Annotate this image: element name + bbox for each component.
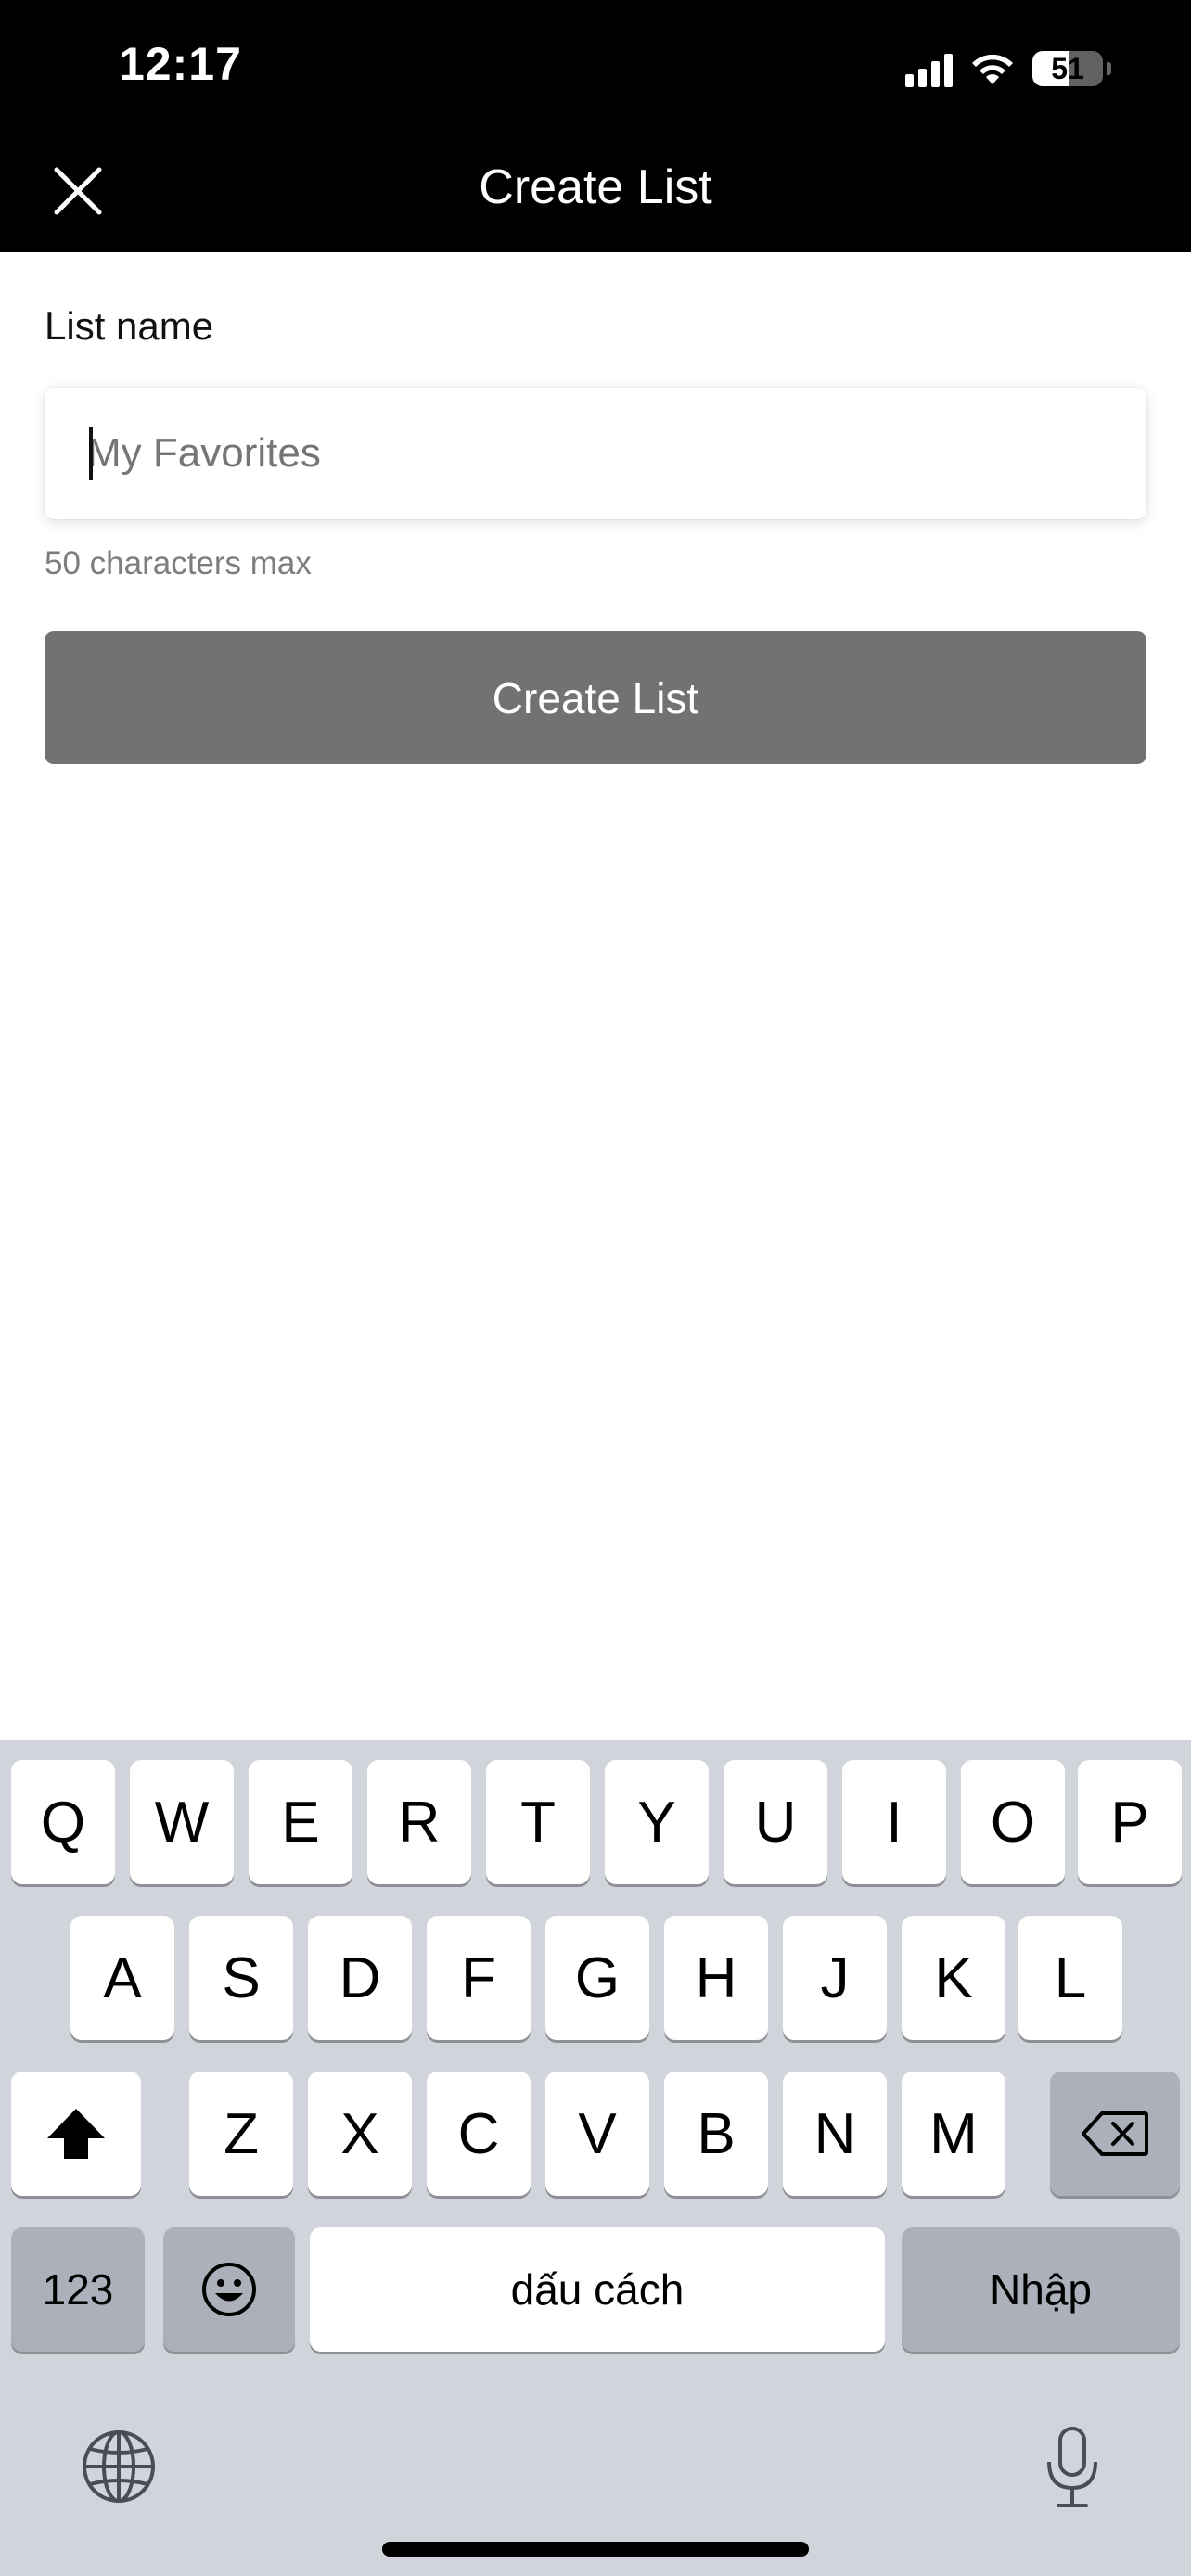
key-w[interactable]: W	[130, 1760, 234, 1884]
key-i[interactable]: I	[842, 1760, 946, 1884]
app-header: 12:17 51 Create List	[0, 0, 1191, 252]
list-name-field[interactable]	[45, 388, 1146, 519]
key-t[interactable]: T	[486, 1760, 590, 1884]
key-d[interactable]: D	[308, 1916, 412, 2040]
key-z[interactable]: Z	[189, 2072, 293, 2196]
space-key[interactable]: dấu cách	[310, 2227, 885, 2352]
key-s[interactable]: S	[189, 1916, 293, 2040]
emoji-icon	[202, 2263, 256, 2316]
battery-icon: 51	[1032, 51, 1103, 86]
list-name-input[interactable]	[87, 388, 1108, 519]
key-v[interactable]: V	[545, 2072, 649, 2196]
key-f[interactable]: F	[427, 1916, 531, 2040]
key-c[interactable]: C	[427, 2072, 531, 2196]
key-j[interactable]: J	[783, 1916, 887, 2040]
key-n[interactable]: N	[783, 2072, 887, 2196]
key-k[interactable]: K	[902, 1916, 1005, 2040]
numbers-key[interactable]: 123	[11, 2227, 145, 2352]
key-y[interactable]: Y	[605, 1760, 709, 1884]
text-cursor	[89, 427, 93, 480]
status-icons: 51	[905, 48, 1111, 89]
shift-icon	[47, 2109, 105, 2159]
emoji-key[interactable]	[163, 2227, 295, 2352]
create-list-button[interactable]: Create List	[45, 631, 1146, 764]
cellular-signal-icon	[905, 50, 953, 87]
return-key[interactable]: Nhập	[902, 2227, 1180, 2352]
onscreen-keyboard: Q W E R T Y U I O P A S D F G H J K L Z …	[0, 1740, 1191, 2576]
shift-key[interactable]	[11, 2072, 141, 2196]
key-e[interactable]: E	[249, 1760, 352, 1884]
key-x[interactable]: X	[308, 2072, 412, 2196]
globe-icon	[83, 2430, 155, 2503]
backspace-icon	[1082, 2111, 1148, 2156]
key-a[interactable]: A	[70, 1916, 174, 2040]
key-m[interactable]: M	[902, 2072, 1005, 2196]
page-title: Create List	[479, 160, 712, 214]
dictation-button[interactable]	[1030, 2417, 1115, 2519]
character-limit-hint: 50 characters max	[45, 545, 312, 581]
list-name-label: List name	[45, 304, 214, 348]
globe-button[interactable]	[76, 2424, 161, 2509]
key-b[interactable]: B	[664, 2072, 768, 2196]
key-o[interactable]: O	[961, 1760, 1065, 1884]
key-g[interactable]: G	[545, 1916, 649, 2040]
home-indicator	[382, 2542, 809, 2557]
key-p[interactable]: P	[1078, 1760, 1182, 1884]
status-time: 12:17	[119, 38, 242, 90]
wifi-icon	[972, 54, 1013, 84]
battery-level: 51	[1051, 52, 1084, 85]
microphone-icon	[1047, 2427, 1097, 2507]
backspace-key[interactable]	[1050, 2072, 1180, 2196]
key-r[interactable]: R	[367, 1760, 471, 1884]
key-u[interactable]: U	[724, 1760, 827, 1884]
key-q[interactable]: Q	[11, 1760, 115, 1884]
key-l[interactable]: L	[1018, 1916, 1122, 2040]
key-h[interactable]: H	[664, 1916, 768, 2040]
